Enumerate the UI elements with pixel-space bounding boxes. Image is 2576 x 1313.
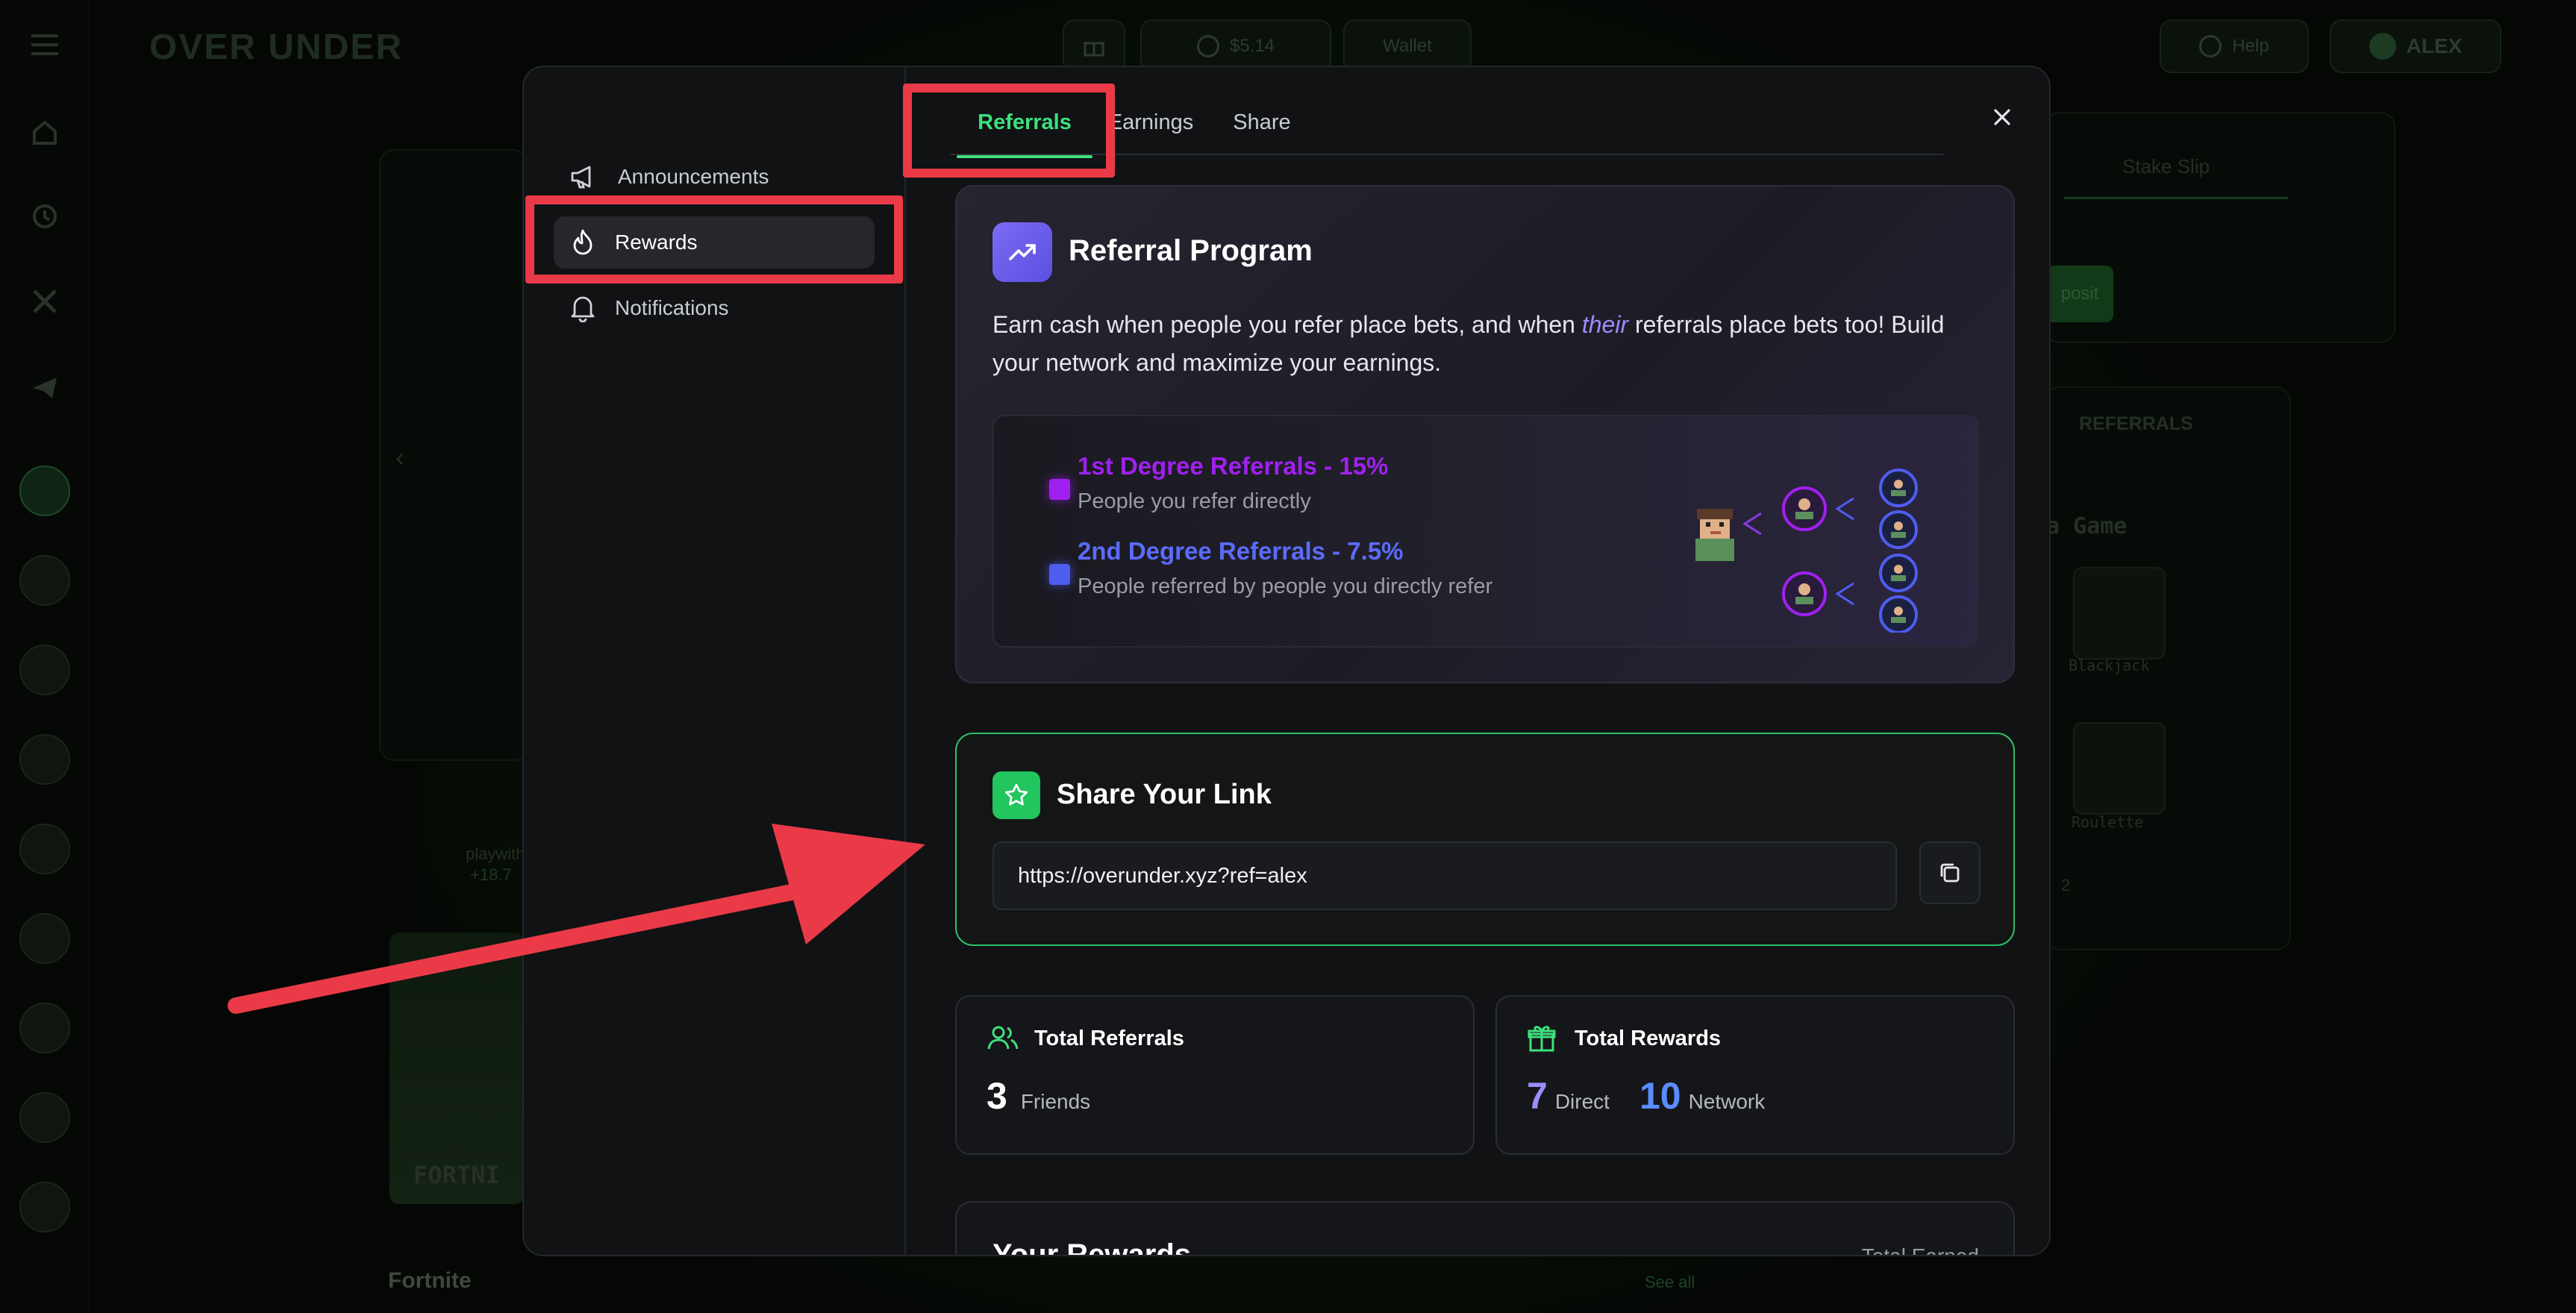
help-button[interactable]: Help [2160, 19, 2309, 73]
user-menu[interactable]: ALEX [2330, 19, 2501, 73]
degree-breakdown: 1st Degree Referrals - 15% People you re… [992, 415, 1979, 648]
app-logo[interactable]: OVER UNDER [149, 27, 403, 68]
channel-avatar[interactable] [16, 731, 73, 788]
telegram-icon[interactable] [16, 360, 73, 416]
sidebar-item-label: Notifications [615, 296, 729, 319]
referral-program-card: Referral Program Earn cash when people y… [955, 185, 2015, 683]
featured-carousel: ‹ [379, 149, 528, 761]
referral-network-illustration [1695, 469, 1918, 633]
close-button[interactable] [1982, 97, 2022, 137]
left-rail [0, 0, 90, 1313]
coin-icon [1196, 35, 1219, 57]
game-heading: a Game [2046, 513, 2128, 539]
referrals-label: REFERRALS [2079, 413, 2193, 434]
channel-avatar[interactable] [16, 1000, 73, 1056]
avatar [2369, 33, 2396, 60]
brand-avatar[interactable] [16, 463, 73, 519]
stake-slip-tab[interactable]: Stake Slip [2122, 155, 2210, 178]
x-twitter-icon[interactable] [16, 273, 73, 330]
games-panel: REFERRALS a Game Blackjack Roulette 2 [2045, 386, 2291, 950]
total-rewards-title: Total Rewards [1575, 1027, 1722, 1050]
desc-part: Earn cash when people you refer place be… [992, 311, 1582, 338]
channel-avatar[interactable] [16, 1089, 73, 1146]
total-rewards-card: Total Rewards 7 Direct 10 Network [1495, 995, 2015, 1155]
friends-stat: 3 Friends [987, 1074, 1090, 1118]
share-title: Share Your Link [1057, 779, 1272, 810]
fortnite-banner-text: FORTNI [413, 1161, 500, 1189]
history-icon[interactable] [16, 188, 73, 245]
megaphone-icon [571, 166, 591, 189]
your-rewards-title: Your Rewards [992, 1238, 1191, 1256]
your-rewards-card: Your Rewards Total Earned [955, 1201, 2015, 1256]
deposit-button[interactable]: posit [2046, 266, 2113, 322]
first-degree-marker [1049, 479, 1070, 500]
username: ALEX [2406, 34, 2463, 57]
channel-avatar[interactable] [16, 821, 73, 877]
sidebar-item-notifications[interactable]: Notifications [554, 282, 875, 334]
first-degree-title: 1st Degree Referrals - 15% [1078, 452, 1389, 480]
total-earned-label: Total Earned [1861, 1244, 1979, 1256]
total-referrals-card: Total Referrals 3 Friends [955, 995, 1475, 1155]
trending-up-icon [992, 222, 1052, 282]
channel-avatar[interactable] [16, 642, 73, 698]
channel-avatar[interactable] [16, 910, 73, 967]
sidebar-item-label: Announcements [618, 165, 769, 188]
roulette-label: Roulette [2072, 813, 2144, 831]
direct-count: 7 [1527, 1075, 1548, 1117]
stake-slip-panel: Stake Slip posit [2045, 112, 2395, 343]
blackjack-label: Blackjack [2069, 656, 2150, 674]
help-label: Help [2232, 36, 2269, 56]
total-referrals-title: Total Referrals [1034, 1027, 1184, 1050]
fortnite-section-label: Fortnite [388, 1268, 472, 1293]
help-icon [2199, 35, 2222, 57]
close-icon [1994, 109, 2010, 125]
referrals-tab-highlight [903, 84, 1115, 178]
carousel-prev-icon[interactable]: ‹ [396, 442, 404, 473]
blackjack-tile[interactable] [2073, 567, 2166, 659]
bell-icon [571, 296, 595, 322]
users-icon [987, 1026, 1019, 1050]
annotation-arrow-icon [228, 824, 925, 1014]
share-link-card: Share Your Link https://overunder.xyz?re… [955, 733, 2015, 946]
friends-label: Friends [1020, 1090, 1091, 1113]
gift-icon [1528, 1026, 1556, 1052]
desc-emphasis: their [1581, 311, 1629, 338]
referral-link-field[interactable]: https://overunder.xyz?ref=alex [992, 842, 1897, 910]
balance-amount: $5.14 [1229, 36, 1275, 56]
friends-count: 3 [987, 1075, 1007, 1117]
copy-button[interactable] [1919, 842, 1981, 904]
program-description: Earn cash when people you refer place be… [992, 306, 1992, 382]
second-degree-title: 2nd Degree Referrals - 7.5% [1078, 537, 1404, 565]
see-all-link[interactable]: See all [1645, 1273, 1695, 1292]
channel-avatar[interactable] [16, 1179, 73, 1235]
second-degree-marker [1049, 564, 1070, 585]
page-number[interactable]: 2 [2061, 876, 2070, 895]
rewards-stat: 7 Direct 10 Network [1527, 1074, 1765, 1118]
roulette-tile[interactable] [2073, 722, 2166, 815]
menu-icon[interactable] [16, 16, 73, 73]
network-count: 10 [1639, 1075, 1681, 1117]
direct-label: Direct [1554, 1090, 1610, 1113]
first-degree-subtitle: People you refer directly [1078, 489, 1311, 513]
rewards-item-highlight [525, 195, 903, 283]
tab-share[interactable]: Share [1221, 106, 1303, 155]
second-degree-subtitle: People referred by people you directly r… [1078, 574, 1493, 598]
stake-slip-underline [2064, 197, 2288, 199]
program-title: Referral Program [1069, 234, 1313, 267]
copy-icon [1940, 863, 1960, 883]
gift-icon [1084, 42, 1104, 57]
network-label: Network [1688, 1090, 1766, 1113]
star-icon [992, 771, 1040, 819]
home-icon[interactable] [16, 104, 73, 161]
channel-avatar[interactable] [16, 552, 73, 609]
